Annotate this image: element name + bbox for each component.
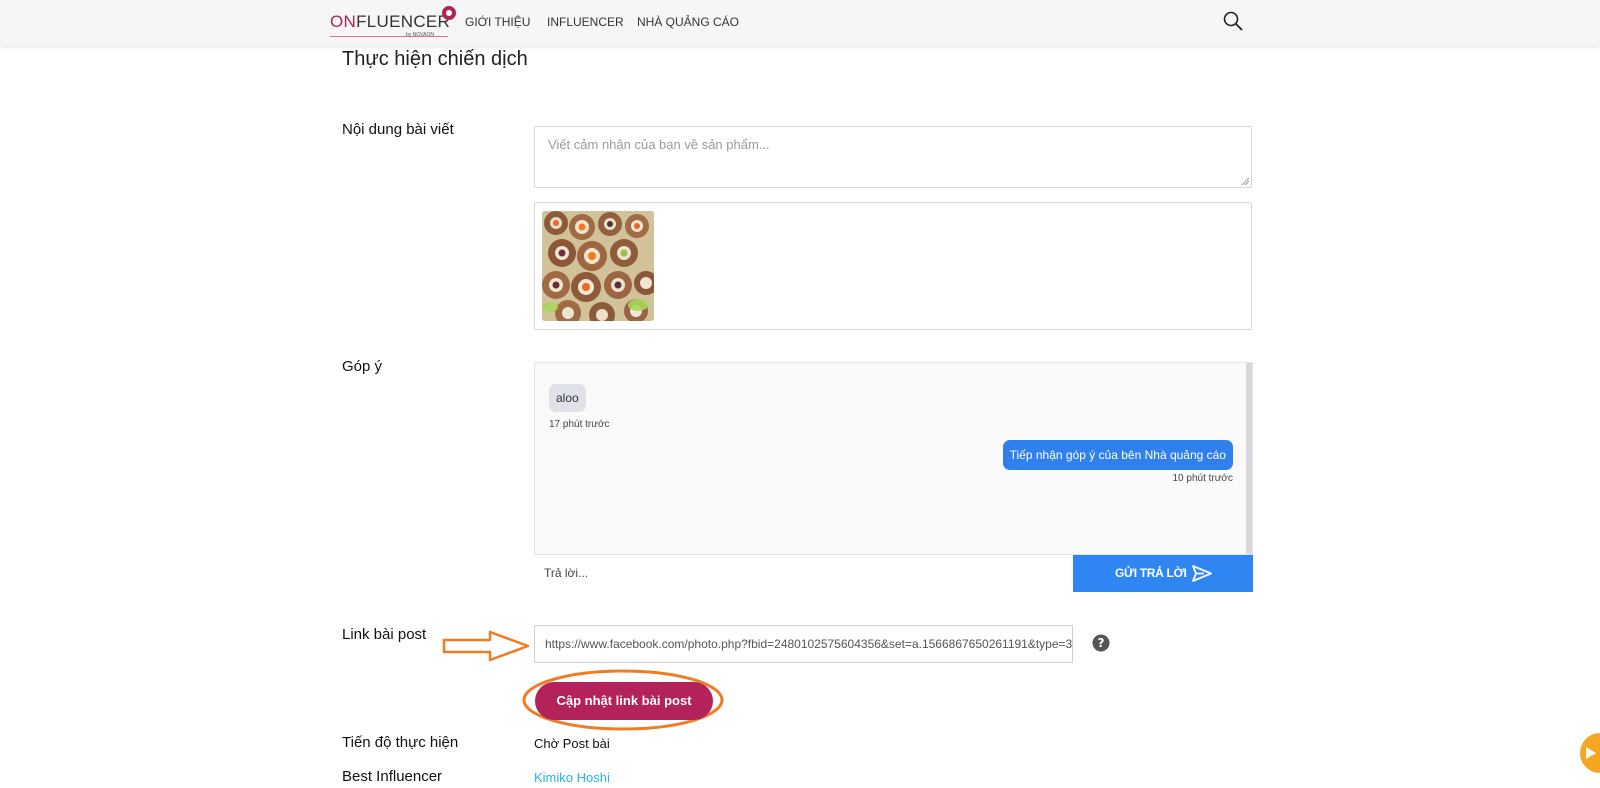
best-influencer-link[interactable]: Kimiko Hoshi: [534, 770, 610, 785]
image-attachments: [534, 202, 1252, 330]
question-circle-icon[interactable]: ?: [1092, 634, 1110, 652]
chat-widget-button[interactable]: [1580, 733, 1600, 773]
post-link-label: Link bài post: [342, 626, 427, 643]
svg-text:?: ?: [1098, 636, 1105, 650]
nav-gioi-thieu[interactable]: GIỚI THIỆU: [465, 15, 530, 29]
content-placeholder: Viết cảm nhận của bạn về sản phẩm...: [548, 137, 770, 152]
update-post-link-button[interactable]: Cập nhật link bài post: [535, 682, 713, 720]
chat-scrollbar[interactable]: [1246, 363, 1252, 554]
chat-time-right: 10 phút trước: [1172, 473, 1233, 484]
logo-byline: by NOVAON: [406, 32, 434, 38]
chat-time-left: 17 phút trước: [549, 419, 610, 430]
logo-underline: [330, 36, 448, 37]
annotation-arrow: [442, 630, 530, 662]
sushi-photo[interactable]: [542, 211, 654, 321]
top-navbar: ONFLUENCER by NOVAON GIỚI THIỆU INFLUENC…: [0, 0, 1600, 46]
content-label: Nội dung bài viết: [342, 121, 454, 138]
send-reply-label: GỬI TRẢ LỜI: [1115, 566, 1187, 580]
logo-on-text: ON: [330, 12, 357, 31]
feedback-label: Góp ý: [342, 358, 383, 375]
search-icon[interactable]: [1223, 11, 1243, 31]
progress-value: Chờ Post bài: [534, 736, 610, 751]
reply-input[interactable]: Trả lời...: [534, 555, 1074, 592]
nav-nha-quang-cao[interactable]: NHÀ QUẢNG CÁO: [637, 15, 739, 29]
page-title: Thực hiện chiến dịch: [342, 48, 528, 70]
nav-influencer[interactable]: INFLUENCER: [547, 15, 624, 29]
send-icon: [1192, 565, 1212, 582]
content-textarea[interactable]: Viết cảm nhận của bạn về sản phẩm...: [534, 126, 1252, 188]
resize-grip-icon[interactable]: [1241, 177, 1249, 185]
logo-badge-icon: [442, 6, 456, 20]
post-link-input[interactable]: https://www.facebook.com/photo.php?fbid=…: [534, 625, 1073, 663]
reply-placeholder: Trả lời...: [544, 566, 589, 580]
chat-fab-icon: [1586, 747, 1596, 759]
chat-message-right: Tiếp nhận góp ý của bên Nhà quảng cáo: [1002, 440, 1233, 470]
progress-label: Tiến độ thực hiện: [342, 734, 459, 751]
post-link-value: https://www.facebook.com/photo.php?fbid=…: [545, 637, 1073, 651]
chat-message-left: aloo: [549, 384, 586, 412]
onfluencer-logo[interactable]: ONFLUENCER by NOVAON: [330, 6, 456, 40]
logo-rest-text: FLUENCER: [356, 12, 451, 31]
chat-history[interactable]: aloo 17 phút trước Tiếp nhận góp ý của b…: [534, 362, 1253, 555]
send-reply-button[interactable]: GỬI TRẢ LỜI: [1073, 555, 1253, 592]
best-influencer-label: Best Influencer: [342, 768, 443, 785]
